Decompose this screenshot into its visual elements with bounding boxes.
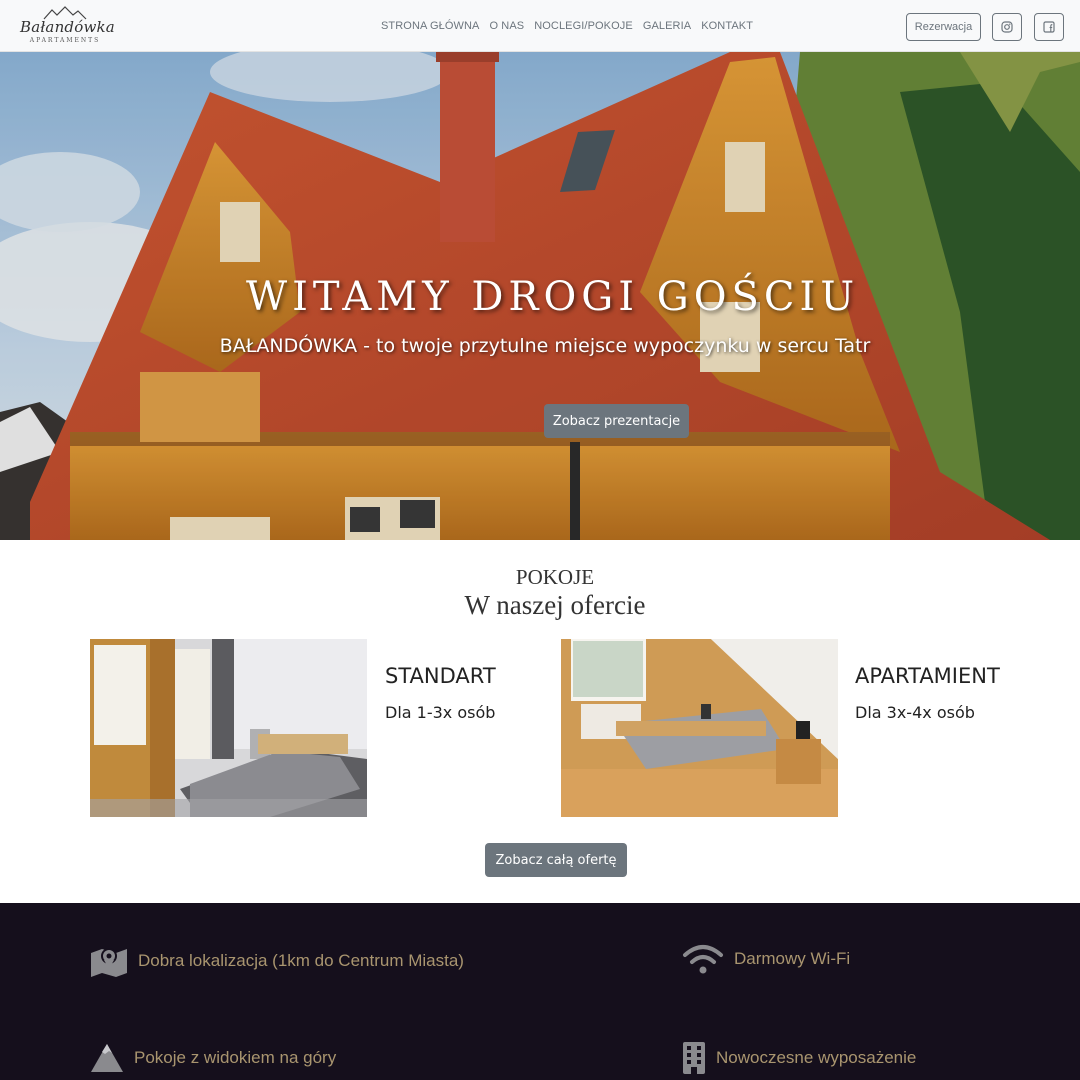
- nav-item-about[interactable]: O NAS: [484, 20, 529, 32]
- hero-subtitle: BAŁANDÓWKA - to twoje przytulne miejsce …: [219, 335, 871, 357]
- main-menu: STRONA GŁÓWNA O NAS NOCLEGI/POKOJE GALER…: [376, 20, 758, 32]
- nav-item-gallery[interactable]: GALERIA: [638, 20, 696, 32]
- room-apartment-capacity: Dla 3x-4x osób: [855, 703, 975, 722]
- reservation-button[interactable]: Rezerwacja: [906, 13, 981, 41]
- room-apartment-image[interactable]: [561, 639, 838, 817]
- wifi-icon: [683, 945, 723, 974]
- feature-mountain-view-label: Pokoje z widokiem na góry: [134, 1048, 337, 1067]
- instagram-icon: [1001, 21, 1013, 33]
- feature-wifi-label: Darmowy Wi-Fi: [734, 949, 851, 968]
- presentation-button[interactable]: Zobacz prezentacje: [544, 404, 689, 438]
- feature-mountain-view: Pokoje z widokiem na góry: [90, 1043, 336, 1073]
- hero-section: WITAMY DROGI GOŚCIU BAŁANDÓWKA - to twoj…: [0, 52, 1080, 540]
- feature-modern-equipment-label: Nowoczesne wyposażenie: [716, 1048, 917, 1067]
- feature-location-label: Dobra lokalizacja (1km do Centrum Miasta…: [138, 951, 464, 970]
- see-full-offer-button[interactable]: Zobacz całą ofertę: [485, 843, 627, 877]
- room-standard-capacity: Dla 1-3x osób: [385, 703, 496, 722]
- hero-title: WITAMY DROGI GOŚCIU: [245, 274, 860, 320]
- facebook-icon: [1043, 21, 1055, 33]
- navbar: Bałandówka APARTAMENTS STRONA GŁÓWNA O N…: [0, 0, 1080, 52]
- features-section: Dobra lokalizacja (1km do Centrum Miasta…: [0, 903, 1080, 1080]
- brand-subtitle: APARTAMENTS: [29, 37, 101, 44]
- feature-wifi: Darmowy Wi-Fi: [682, 943, 850, 975]
- room-apartment-name[interactable]: APARTAMIENT: [855, 664, 1000, 688]
- brand-logo[interactable]: Bałandówka APARTAMENTS: [20, 6, 115, 48]
- facebook-button[interactable]: [1034, 13, 1064, 41]
- mountain-icon: [91, 1044, 123, 1072]
- nav-item-contact[interactable]: KONTAKT: [696, 20, 758, 32]
- room-standard-image[interactable]: [90, 639, 367, 817]
- feature-modern-equipment: Nowoczesne wyposażenie: [682, 1041, 916, 1075]
- room-standard-name[interactable]: STANDART: [385, 664, 496, 688]
- map-pin-icon: [91, 948, 127, 977]
- feature-location: Dobra lokalizacja (1km do Centrum Miasta…: [90, 945, 464, 977]
- brand-name: Bałandówka: [20, 18, 115, 36]
- rooms-title: W naszej ofercie: [464, 590, 646, 620]
- nav-item-rooms[interactable]: NOCLEGI/POKOJE: [529, 20, 638, 32]
- rooms-eyebrow: POKOJE: [515, 565, 595, 589]
- instagram-button[interactable]: [992, 13, 1022, 41]
- building-icon: [683, 1042, 705, 1074]
- nav-item-home[interactable]: STRONA GŁÓWNA: [376, 20, 484, 32]
